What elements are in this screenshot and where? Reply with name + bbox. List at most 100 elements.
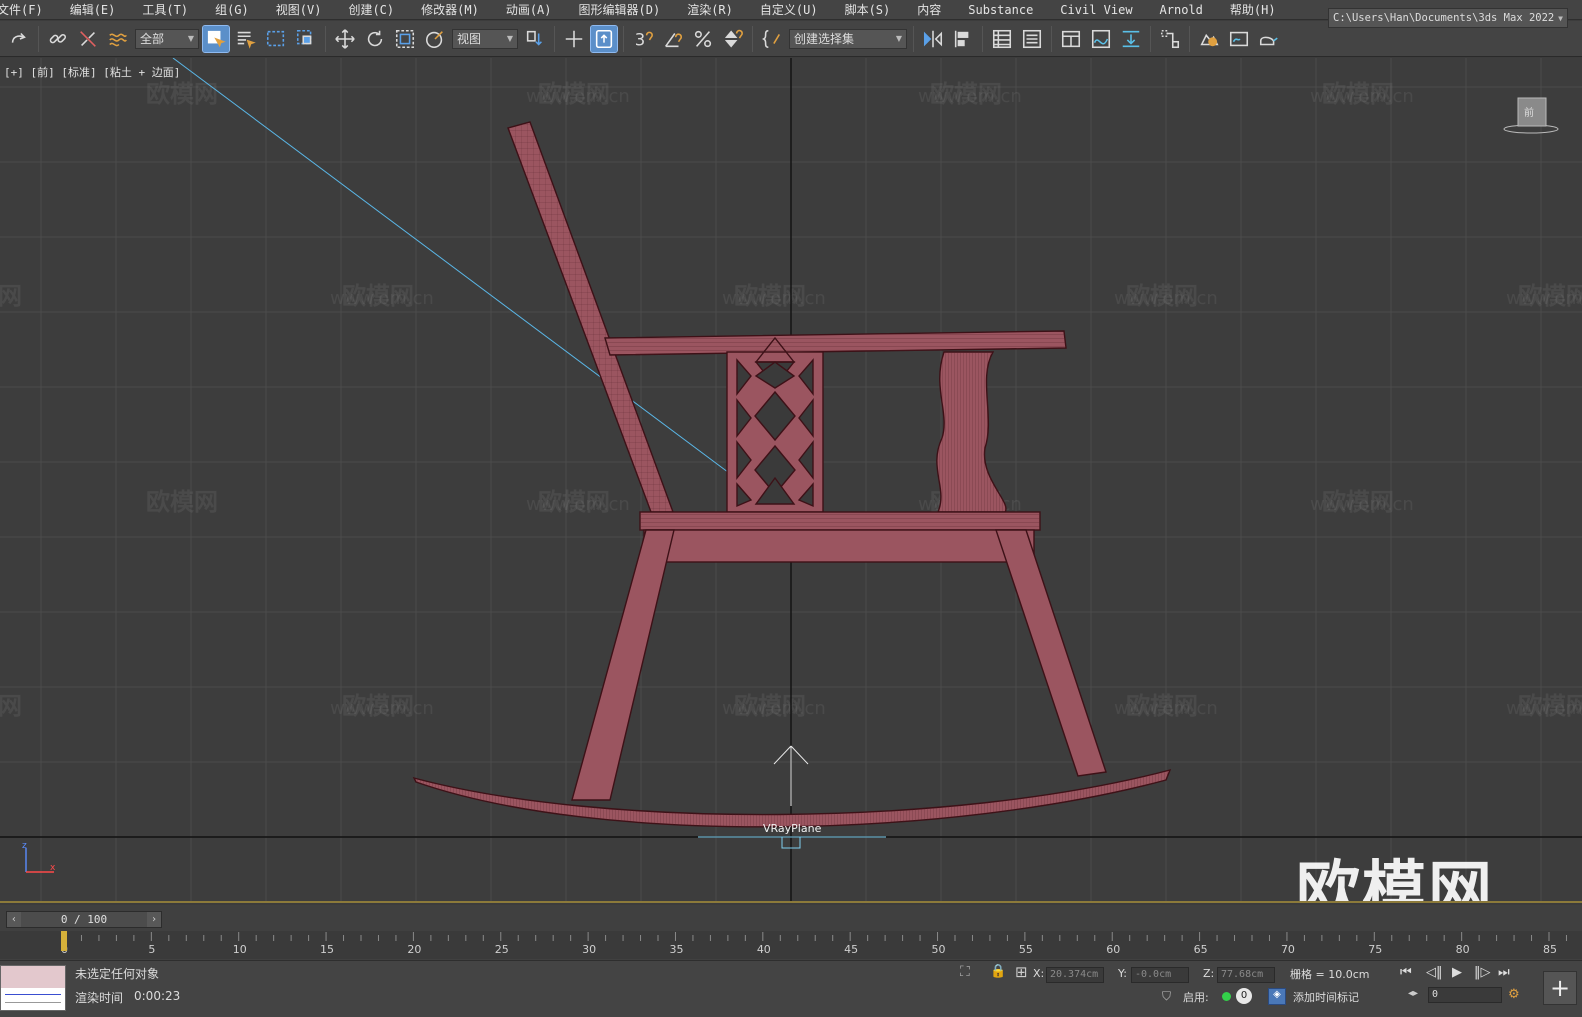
menu-item-6[interactable]: 修改器(M) bbox=[408, 1, 493, 18]
bind-space-warp-icon[interactable] bbox=[105, 26, 131, 52]
watermark-text: 欧模网 bbox=[538, 80, 610, 108]
watermark-logo: 欧模网 bbox=[1296, 855, 1494, 903]
ruler-tick-label: 45 bbox=[844, 943, 858, 956]
menu-item-13[interactable]: Substance bbox=[955, 3, 1047, 17]
render-setup-icon[interactable] bbox=[1196, 26, 1222, 52]
watermark-text: 欧模网 bbox=[1126, 282, 1198, 310]
timeline-area: ‹ 0 / 100 › 0510152025303540455055606570… bbox=[0, 905, 1582, 960]
go-to-start-icon[interactable]: ⏮ bbox=[1400, 965, 1412, 980]
front-viewport[interactable]: 欧模网www.om.cn欧模网www.om.cn欧模网www.om.cn欧模网w… bbox=[0, 58, 1582, 903]
vrayplane-label: VRayPlane bbox=[763, 822, 822, 835]
watermark-text: 欧模网 bbox=[1322, 80, 1394, 108]
absolute-mode-icon[interactable]: ⊞ bbox=[1015, 963, 1028, 981]
snaps-toggle-icon[interactable]: 3 bbox=[630, 26, 656, 52]
menu-item-2[interactable]: 工具(T) bbox=[129, 1, 202, 18]
add-panel-button[interactable]: + bbox=[1543, 971, 1577, 1005]
time-slider[interactable]: ‹ 0 / 100 › bbox=[6, 911, 162, 928]
ruler-tick-label: 85 bbox=[1543, 943, 1557, 956]
go-to-end-icon[interactable]: ⏭ bbox=[1498, 965, 1510, 980]
layer-explorer-icon[interactable] bbox=[1019, 26, 1045, 52]
maxscript-listener-mini[interactable] bbox=[0, 965, 66, 1011]
menu-item-11[interactable]: 脚本(S) bbox=[832, 1, 905, 18]
time-config-icon[interactable]: ⚙ bbox=[1508, 987, 1520, 1002]
next-frame-icon[interactable]: ‖▷ bbox=[1474, 965, 1491, 980]
link-icon[interactable] bbox=[45, 26, 71, 52]
menu-item-7[interactable]: 动画(A) bbox=[493, 1, 566, 18]
status-bar: 未选定任何对象 渲染时间 0:00:23 ⛶ 🔒 ⊞ X: 20.374cm Y… bbox=[0, 960, 1582, 1017]
menu-item-4[interactable]: 视图(V) bbox=[263, 1, 336, 18]
ruler-tick-label: 25 bbox=[495, 943, 509, 956]
align-icon[interactable] bbox=[950, 26, 976, 52]
reference-coordinate-dropdown[interactable]: 视图 ▼ bbox=[452, 28, 518, 49]
watermark-text: 欧模网 bbox=[1518, 282, 1582, 310]
previous-frame-icon[interactable]: ◁‖ bbox=[1426, 965, 1443, 980]
dope-sheet-icon[interactable] bbox=[1118, 26, 1144, 52]
scale-icon[interactable] bbox=[392, 26, 418, 52]
time-tag-icon[interactable]: ◈ bbox=[1268, 988, 1286, 1005]
edit-named-selection-icon[interactable] bbox=[759, 26, 785, 52]
isolate-icon[interactable]: ⛶ bbox=[960, 964, 970, 980]
time-slider-next-icon[interactable]: › bbox=[147, 912, 161, 927]
menu-item-1[interactable]: 编辑(E) bbox=[57, 1, 130, 18]
pivot-center-icon[interactable] bbox=[522, 26, 548, 52]
select-by-name-icon[interactable] bbox=[233, 26, 259, 52]
track-bar[interactable]: 0510152025303540455055606570758085 bbox=[0, 931, 1582, 959]
select-object-icon[interactable] bbox=[202, 24, 230, 53]
grid-size: 栅格 = 10.0cm bbox=[1290, 968, 1370, 981]
x-coordinate-field[interactable]: 20.374cm bbox=[1046, 967, 1104, 983]
select-manipulate-icon[interactable] bbox=[561, 26, 587, 52]
menu-item-14[interactable]: Civil View bbox=[1047, 3, 1146, 17]
y-coordinate-field[interactable]: -0.0cm bbox=[1131, 967, 1189, 983]
ruler-tick-label: 60 bbox=[1106, 943, 1120, 956]
viewport-canvas[interactable]: 欧模网www.om.cn欧模网www.om.cn欧模网www.om.cn欧模网w… bbox=[0, 58, 1582, 903]
render-production-icon[interactable] bbox=[1256, 26, 1282, 52]
rotate-icon[interactable] bbox=[362, 26, 388, 52]
menu-item-12[interactable]: 内容 bbox=[904, 1, 955, 18]
rendered-frame-window-icon[interactable] bbox=[1226, 26, 1252, 52]
watermark-text: 欧模网 bbox=[1126, 692, 1198, 720]
viewport-label-menu[interactable]: [+] [前] [标准] [粘土 + 边面] bbox=[4, 64, 180, 80]
named-selection-set-dropdown[interactable]: 创建选择集 ▼ bbox=[789, 28, 907, 49]
angle-snap-icon[interactable] bbox=[660, 26, 686, 52]
add-time-tag-label[interactable]: 添加时间标记 bbox=[1293, 989, 1359, 1005]
menu-item-10[interactable]: 自定义(U) bbox=[747, 1, 832, 18]
current-frame-field[interactable]: 0 bbox=[1428, 987, 1502, 1003]
menu-item-5[interactable]: 创建(C) bbox=[335, 1, 408, 18]
menu-item-8[interactable]: 图形编辑器(D) bbox=[566, 1, 675, 18]
menu-item-9[interactable]: 渲染(R) bbox=[674, 1, 747, 18]
camera-target-line bbox=[172, 58, 761, 497]
rectangular-selection-icon[interactable] bbox=[263, 26, 289, 52]
frame-spinner-icon[interactable]: ◂▸ bbox=[1408, 988, 1418, 999]
spinner-snap-icon[interactable] bbox=[720, 26, 746, 52]
selection-lock-icon[interactable]: 🔒 bbox=[990, 964, 1006, 979]
play-icon[interactable]: ▶ bbox=[1452, 965, 1462, 980]
menu-item-3[interactable]: 组(G) bbox=[202, 1, 263, 18]
redo-icon[interactable] bbox=[6, 26, 32, 52]
time-slider-prev-icon[interactable]: ‹ bbox=[7, 912, 21, 927]
percent-snap-icon[interactable] bbox=[690, 26, 716, 52]
unlink-icon[interactable] bbox=[75, 26, 101, 52]
ribbon-toggle-icon[interactable] bbox=[1058, 26, 1084, 52]
z-coordinate-field[interactable]: 77.68cm bbox=[1217, 967, 1275, 983]
curve-editor-icon[interactable] bbox=[1088, 26, 1114, 52]
render-time-label: 渲染时间 bbox=[75, 991, 124, 1005]
selection-status: 未选定任何对象 bbox=[75, 967, 160, 981]
project-path-dropdown[interactable]: C:\Users\Han\Documents\3ds Max 2022 ▼ bbox=[1328, 8, 1568, 28]
scene-explorer-icon[interactable] bbox=[989, 26, 1015, 52]
schematic-view-icon[interactable] bbox=[1157, 26, 1183, 52]
status-green-indicator bbox=[1222, 992, 1231, 1001]
window-crossing-icon[interactable] bbox=[293, 26, 319, 52]
place-icon[interactable] bbox=[422, 26, 448, 52]
move-icon[interactable] bbox=[332, 26, 358, 52]
menu-item-15[interactable]: Arnold bbox=[1147, 3, 1217, 17]
watermark-text: 欧模网 bbox=[538, 488, 610, 516]
ruler-tick-label: 75 bbox=[1368, 943, 1382, 956]
selection-filter-dropdown[interactable]: 全部 ▼ bbox=[135, 28, 199, 49]
ruler-tick-label: 65 bbox=[1194, 943, 1208, 956]
menu-item-0[interactable]: 文件(F) bbox=[0, 1, 57, 18]
mirror-icon[interactable] bbox=[920, 26, 946, 52]
adaptive-degradation-icon[interactable]: ⛉ bbox=[1162, 989, 1171, 1004]
viewcube[interactable]: 前 bbox=[1502, 96, 1560, 136]
menu-item-16[interactable]: 帮助(H) bbox=[1217, 1, 1290, 18]
keyboard-shortcut-override-icon[interactable] bbox=[590, 24, 618, 53]
